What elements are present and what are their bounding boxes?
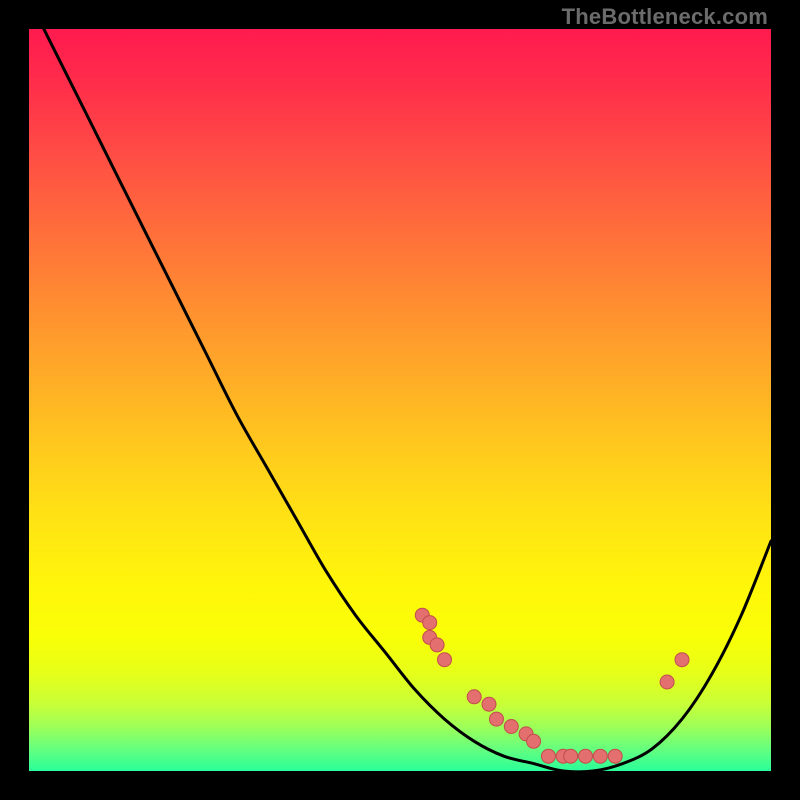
marker-point [593, 749, 607, 763]
marker-point [660, 675, 674, 689]
marker-point [438, 653, 452, 667]
marker-point [675, 653, 689, 667]
marker-point [423, 616, 437, 630]
chart-overlay [29, 29, 771, 771]
marker-point [504, 720, 518, 734]
bottleneck-curve [29, 29, 771, 771]
marker-point [527, 734, 541, 748]
marker-point [467, 690, 481, 704]
marker-point [490, 712, 504, 726]
marker-point [482, 697, 496, 711]
watermark-text: TheBottleneck.com [562, 4, 768, 30]
marker-point [608, 749, 622, 763]
plot-area [29, 29, 771, 771]
marker-point [430, 638, 444, 652]
marker-point [579, 749, 593, 763]
marker-group [415, 608, 689, 763]
chart-frame: TheBottleneck.com [0, 0, 800, 800]
marker-point [541, 749, 555, 763]
marker-point [564, 749, 578, 763]
